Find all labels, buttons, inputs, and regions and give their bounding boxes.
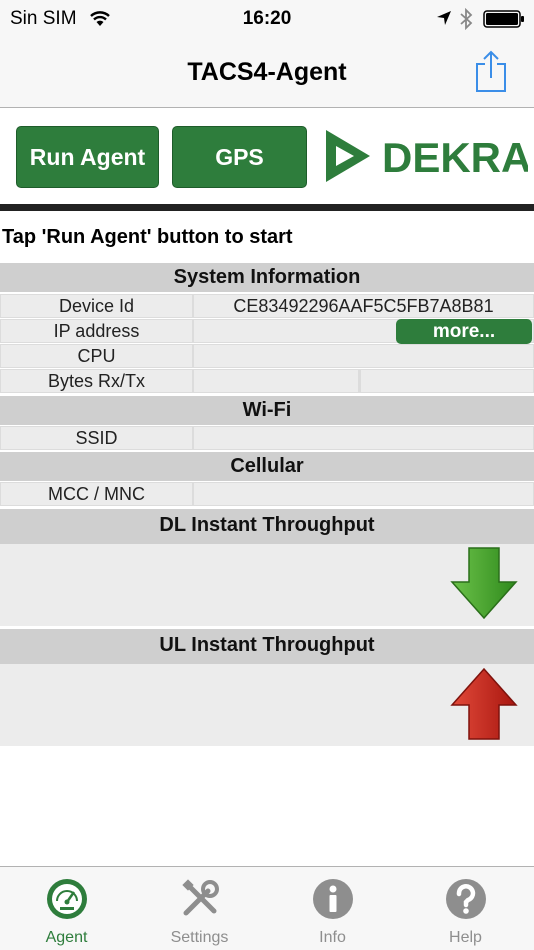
status-time: 16:20 <box>242 8 292 29</box>
mcc-mnc-row: MCC / MNC <box>0 482 534 506</box>
gps-button[interactable]: GPS <box>172 126 307 188</box>
action-area: Run Agent GPS DEKRA <box>0 108 534 204</box>
ssid-label: SSID <box>1 427 192 449</box>
ssid-value <box>194 427 533 449</box>
divider <box>0 204 534 211</box>
tab-settings[interactable]: Settings <box>133 867 266 950</box>
upload-arrow-icon <box>450 667 518 740</box>
dekra-logo: DEKRA <box>326 130 528 182</box>
navigation-bar: TACS4-Agent <box>0 40 534 108</box>
tab-agent-label: Agent <box>45 929 88 946</box>
location-arrow-icon <box>437 11 451 25</box>
device-id-label: Device Id <box>1 295 192 317</box>
dl-throughput-header: DL Instant Throughput <box>0 509 534 544</box>
gauge-icon <box>47 879 87 919</box>
cpu-value <box>194 345 533 367</box>
ul-throughput-header: UL Instant Throughput <box>0 629 534 664</box>
tab-info[interactable]: Info <box>266 867 399 950</box>
tab-bar: Agent Settings Info Help <box>0 866 534 950</box>
bytes-rx-value <box>194 370 358 392</box>
tools-icon <box>182 879 219 916</box>
bytes-tx-value <box>361 370 533 392</box>
bluetooth-icon <box>460 8 473 30</box>
bytes-rx-tx-label: Bytes Rx/Tx <box>1 370 192 392</box>
run-agent-button[interactable]: Run Agent <box>16 126 159 188</box>
download-arrow-icon <box>450 547 518 620</box>
ssid-row: SSID <box>0 426 534 450</box>
ul-throughput-area <box>0 664 534 746</box>
info-icon <box>313 879 353 919</box>
tab-settings-label: Settings <box>170 929 229 946</box>
help-icon <box>446 879 486 919</box>
cellular-header: Cellular <box>0 452 534 481</box>
cpu-row: CPU <box>0 344 534 368</box>
dl-throughput-area <box>0 544 534 626</box>
more-button[interactable]: more... <box>396 319 532 344</box>
device-id-row: Device Id CE83492296AAF5C5FB7A8B81 <box>0 294 534 318</box>
device-id-value: CE83492296AAF5C5FB7A8B81 <box>194 295 533 317</box>
bytes-row: Bytes Rx/Tx <box>0 369 534 393</box>
wifi-header: Wi-Fi <box>0 396 534 425</box>
share-icon[interactable] <box>472 48 510 94</box>
ip-address-label: IP address <box>1 320 192 342</box>
mcc-mnc-label: MCC / MNC <box>1 483 192 505</box>
battery-icon <box>483 10 524 28</box>
tab-help-label: Help <box>449 929 482 946</box>
tab-info-label: Info <box>319 929 346 946</box>
ip-address-row: IP address more... <box>0 319 534 344</box>
svg-text:DEKRA: DEKRA <box>382 134 528 181</box>
status-bar: Sin SIM 16:20 <box>0 0 534 40</box>
cpu-label: CPU <box>1 345 192 367</box>
mcc-mnc-value <box>194 483 533 505</box>
instruction-text: Tap 'Run Agent' button to start <box>2 226 293 248</box>
page-title: TACS4-Agent <box>187 58 347 86</box>
tab-agent[interactable]: Agent <box>0 867 133 950</box>
tab-help[interactable]: Help <box>399 867 532 950</box>
system-information-header: System Information <box>0 263 534 292</box>
